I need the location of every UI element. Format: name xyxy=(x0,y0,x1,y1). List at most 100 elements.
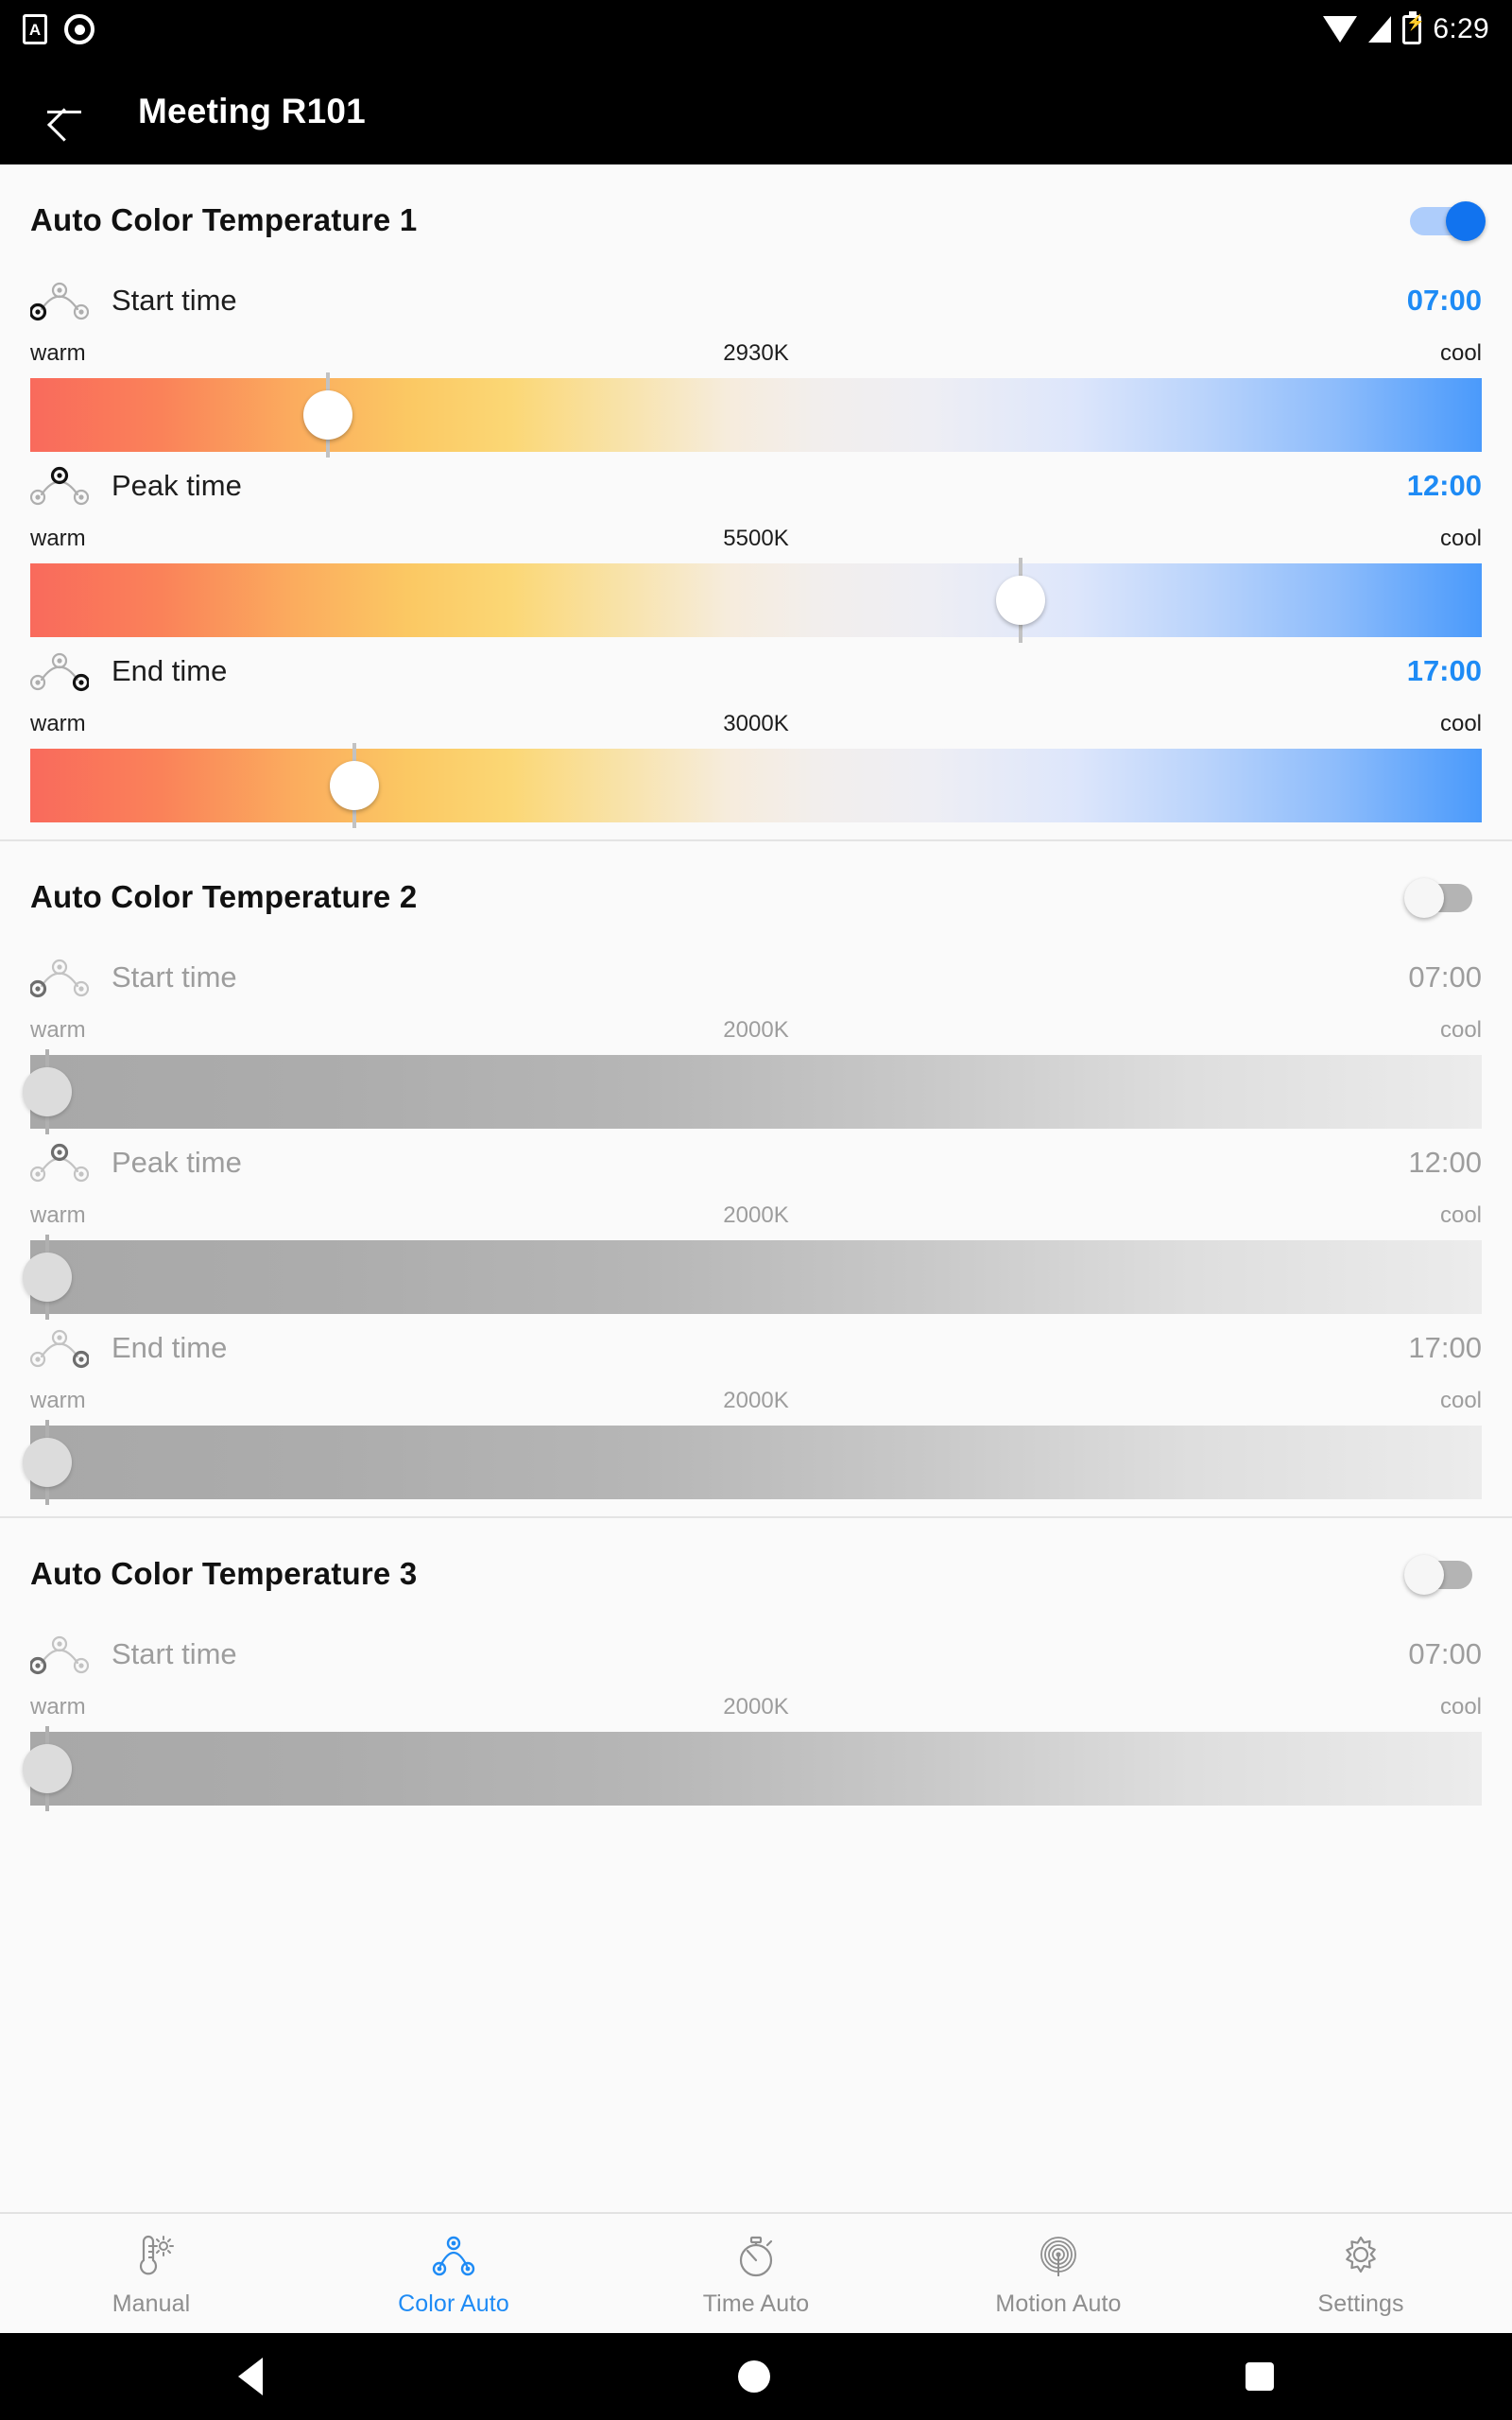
cellular-signal-icon xyxy=(1368,16,1392,43)
slider-track[interactable] xyxy=(30,743,1482,828)
slider-thumb[interactable] xyxy=(302,372,352,458)
legend-warm: warm xyxy=(30,1388,86,1413)
kelvin-value: 2000K xyxy=(723,1017,789,1043)
slider-gradient xyxy=(30,1240,1482,1314)
nav-item-label: Settings xyxy=(1317,2290,1404,2317)
back-arrow-icon[interactable] xyxy=(43,91,85,132)
row-label: Peak time xyxy=(112,1146,242,1179)
status-bar-left: A xyxy=(23,14,94,44)
legend-cool: cool xyxy=(1439,1694,1482,1720)
slider-legend: warm 2930K cool xyxy=(30,340,1482,371)
slider-thumb-knob xyxy=(23,1067,73,1116)
temperature-slider: warm 2000K cool xyxy=(23,1202,1482,1320)
temperature-slider: warm 2000K cool xyxy=(23,1694,1482,1811)
status-bar: A 6:29 xyxy=(0,0,1512,59)
slider-thumb-knob xyxy=(329,761,379,810)
nav-item-label: Time Auto xyxy=(702,2290,810,2317)
system-back-icon[interactable] xyxy=(237,2358,263,2395)
row-time-value[interactable]: 07:00 xyxy=(1407,284,1482,318)
kelvin-value: 5500K xyxy=(723,526,789,551)
slider-track[interactable] xyxy=(23,1420,1482,1505)
legend-warm: warm xyxy=(30,526,86,551)
row-label: Peak time xyxy=(112,469,242,502)
legend-cool: cool xyxy=(1439,1388,1482,1413)
thermometer-sun-icon xyxy=(127,2230,176,2283)
section-auto-color-temperature-3: Auto Color Temperature 3 Start time 07:0… xyxy=(0,1516,1512,1823)
temperature-slider: warm 2000K cool xyxy=(23,1017,1482,1134)
slider-thumb[interactable] xyxy=(23,1049,73,1134)
kelvin-value: 3000K xyxy=(723,711,789,736)
slider-track[interactable] xyxy=(30,558,1482,643)
time-row-start-time: Start time 07:00 warm 2000K cool xyxy=(0,1620,1512,1811)
arc-start-icon xyxy=(30,957,89,998)
slider-track[interactable] xyxy=(23,1235,1482,1320)
row-time-value[interactable]: 17:00 xyxy=(1408,1331,1482,1365)
slider-track[interactable] xyxy=(23,1726,1482,1811)
system-navigation-bar xyxy=(0,2333,1512,2420)
color-arc-icon xyxy=(429,2230,478,2283)
slider-legend: warm 5500K cool xyxy=(30,526,1482,556)
kelvin-value: 2930K xyxy=(723,340,789,366)
toggle-knob xyxy=(1446,201,1486,241)
arc-start-icon xyxy=(30,280,89,321)
slider-thumb[interactable] xyxy=(995,558,1045,643)
section-header: Auto Color Temperature 3 xyxy=(0,1518,1512,1620)
nav-item-color-auto[interactable]: Color Auto xyxy=(302,2214,605,2333)
scroll-content[interactable]: Auto Color Temperature 1 Start time 07:0… xyxy=(0,164,1512,2212)
row-header: Start time 07:00 xyxy=(30,267,1482,335)
temperature-slider: warm 2000K cool xyxy=(23,1388,1482,1505)
toggle-knob xyxy=(1404,878,1444,918)
app-screen: A 6:29 Meeting R101 Auto Color Temperatu… xyxy=(0,0,1512,2420)
app-notification-icon: A xyxy=(23,14,47,44)
page-title: Meeting R101 xyxy=(138,92,366,130)
section-toggle[interactable] xyxy=(1404,1552,1482,1596)
bottom-navigation: Manual Color Auto Time Auto Motion Auto … xyxy=(0,2212,1512,2333)
row-header: Peak time 12:00 xyxy=(30,452,1482,520)
arc-peak-icon xyxy=(30,465,89,507)
row-label: Start time xyxy=(112,284,237,317)
slider-legend: warm 2000K cool xyxy=(30,1388,1482,1418)
slider-thumb-knob xyxy=(23,1744,73,1793)
nav-item-label: Color Auto xyxy=(398,2290,509,2317)
slider-thumb[interactable] xyxy=(23,1235,73,1320)
slider-thumb-knob xyxy=(995,576,1045,625)
row-label: Start time xyxy=(112,960,237,994)
slider-thumb[interactable] xyxy=(23,1420,73,1505)
slider-gradient xyxy=(30,1732,1482,1806)
section-toggle[interactable] xyxy=(1408,199,1486,242)
slider-legend: warm 2000K cool xyxy=(30,1694,1482,1724)
row-header: Start time 07:00 xyxy=(30,1620,1482,1688)
nav-item-motion-auto[interactable]: Motion Auto xyxy=(907,2214,1210,2333)
nav-item-label: Motion Auto xyxy=(995,2290,1122,2317)
nav-item-time-auto[interactable]: Time Auto xyxy=(605,2214,907,2333)
row-time-value[interactable]: 12:00 xyxy=(1408,1146,1482,1180)
section-header: Auto Color Temperature 1 xyxy=(0,164,1512,267)
wifi-icon xyxy=(1323,16,1358,43)
kelvin-value: 2000K xyxy=(723,1202,789,1228)
row-time-value[interactable]: 07:00 xyxy=(1408,960,1482,994)
slider-thumb[interactable] xyxy=(329,743,379,828)
row-time-value[interactable]: 17:00 xyxy=(1407,654,1482,688)
arc-start-icon xyxy=(30,1634,89,1675)
slider-legend: warm 2000K cool xyxy=(30,1017,1482,1047)
row-label: Start time xyxy=(112,1637,237,1670)
system-recents-icon[interactable] xyxy=(1246,2362,1275,2391)
record-icon xyxy=(64,14,94,44)
row-time-value[interactable]: 12:00 xyxy=(1407,469,1482,503)
slider-track[interactable] xyxy=(23,1049,1482,1134)
legend-warm: warm xyxy=(30,340,86,366)
slider-gradient xyxy=(30,378,1482,452)
nav-item-settings[interactable]: Settings xyxy=(1210,2214,1512,2333)
section-title: Auto Color Temperature 2 xyxy=(30,879,418,914)
section-toggle[interactable] xyxy=(1404,875,1482,919)
row-header: Peak time 12:00 xyxy=(30,1129,1482,1197)
row-time-value[interactable]: 07:00 xyxy=(1408,1637,1482,1671)
slider-track[interactable] xyxy=(30,372,1482,458)
gear-icon xyxy=(1336,2230,1385,2283)
system-home-icon[interactable] xyxy=(737,2360,770,2393)
legend-cool: cool xyxy=(1439,1202,1482,1228)
nav-item-manual[interactable]: Manual xyxy=(0,2214,302,2333)
slider-thumb[interactable] xyxy=(23,1726,73,1811)
kelvin-value: 2000K xyxy=(723,1694,789,1720)
slider-thumb-knob xyxy=(302,390,352,440)
